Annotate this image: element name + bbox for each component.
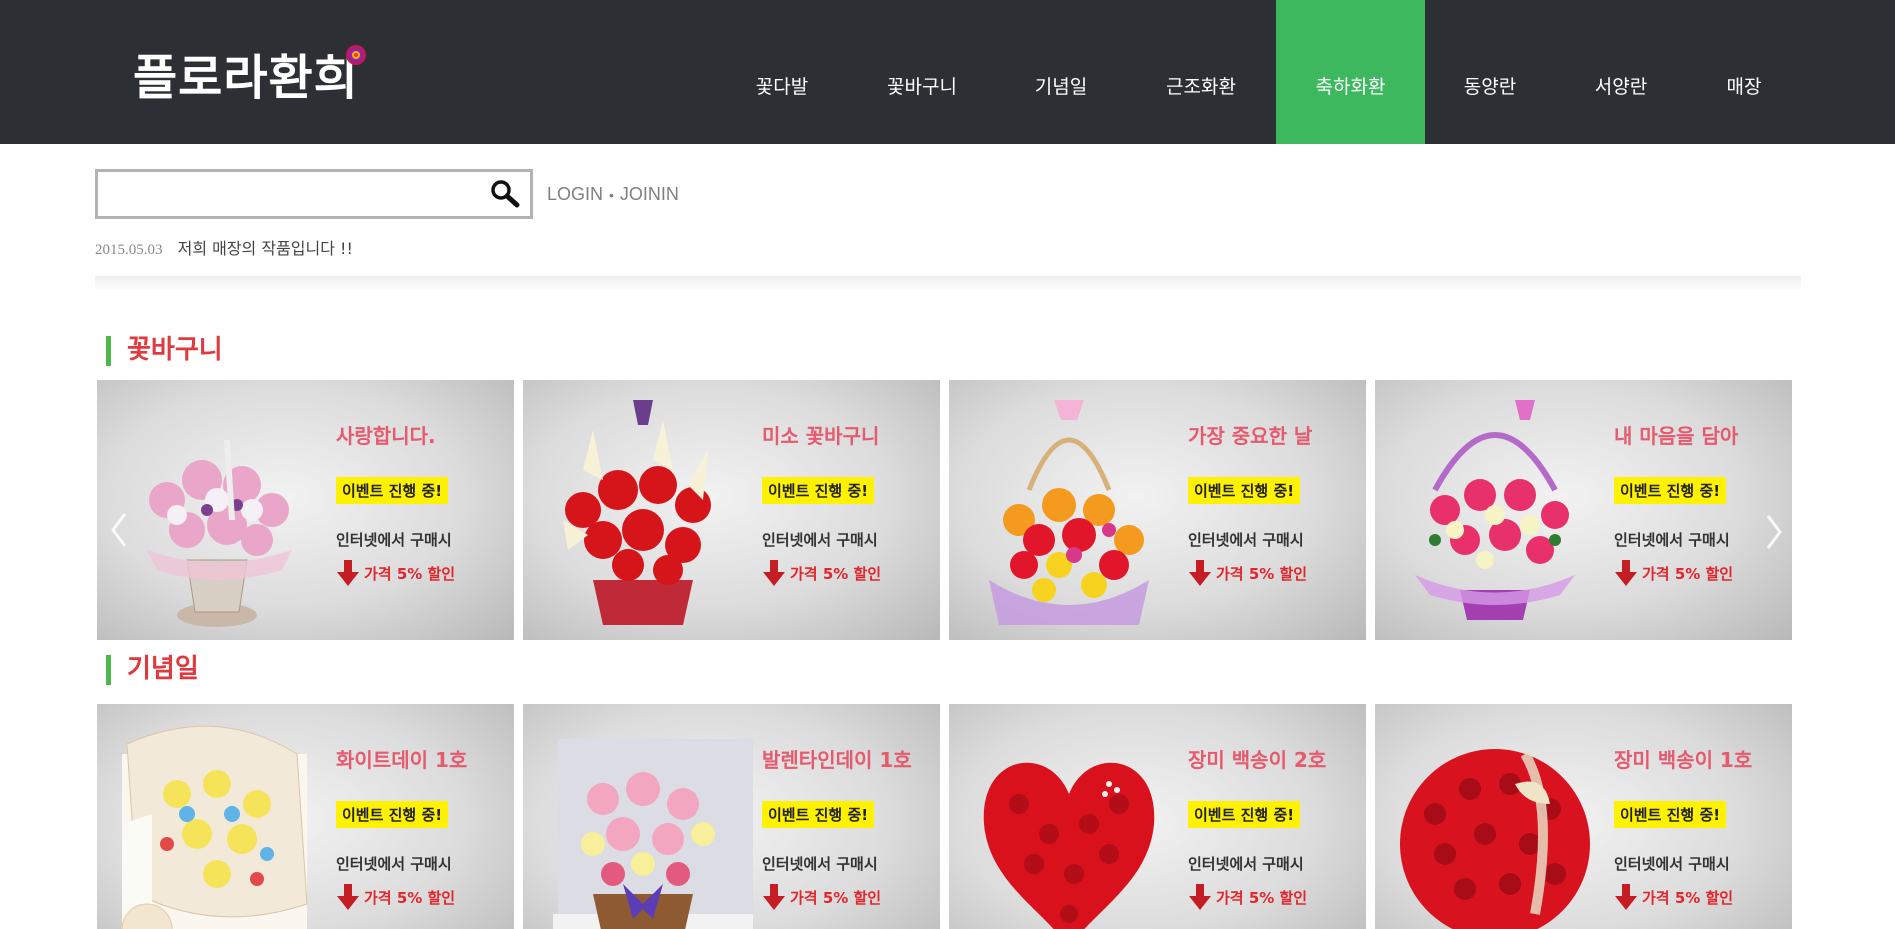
card-promo-text: 인터넷에서 구매시 — [1188, 531, 1304, 549]
card-discount: 가격 5% 할인 — [1614, 884, 1733, 910]
event-badge: 이벤트 진행 중! — [336, 801, 449, 828]
product-card[interactable]: 미소 꽃바구니 이벤트 진행 중! 인터넷에서 구매시 가격 5% 할인 — [523, 380, 940, 640]
event-badge: 이벤트 진행 중! — [762, 801, 875, 828]
discount-text: 가격 5% 할인 — [790, 888, 882, 907]
flower-basket-image — [989, 400, 1149, 625]
discount-text: 가격 5% 할인 — [1216, 564, 1308, 583]
nav-item-funeral-wreath[interactable]: 근조화환 — [1146, 0, 1256, 144]
flower-basket-image — [121, 725, 308, 929]
flower-logo-icon — [346, 45, 366, 65]
card-title: 내 마음을 담아 — [1614, 424, 1739, 448]
card-promo-text: 인터넷에서 구매시 — [1188, 855, 1304, 873]
flower-basket-image — [1415, 400, 1575, 620]
down-arrow-icon — [763, 560, 785, 586]
card-title: 가장 중요한 날 — [1188, 424, 1313, 448]
card-discount: 가격 5% 할인 — [1188, 560, 1307, 586]
event-badge: 이벤트 진행 중! — [1188, 801, 1301, 828]
card-title: 장미 백송이 1호 — [1614, 748, 1753, 772]
card-discount: 가격 5% 할인 — [1188, 884, 1307, 910]
flower-basket-image — [147, 439, 292, 627]
flower-basket-image — [1400, 749, 1590, 929]
down-arrow-icon — [337, 560, 359, 586]
chevron-left-icon[interactable] — [107, 510, 131, 550]
card-discount: 가격 5% 할인 — [762, 884, 881, 910]
nav-item-oriental-orchid[interactable]: 동양란 — [1448, 0, 1532, 144]
card-title: 사랑합니다. — [336, 424, 436, 448]
notice: 2015.05.03 저희 매장의 작품입니다 !! — [95, 235, 353, 259]
card-promo-text: 인터넷에서 구매시 — [336, 531, 452, 549]
down-arrow-icon — [1189, 884, 1211, 910]
product-card[interactable]: 화이트데이 1호 이벤트 진행 중! 인터넷에서 구매시 가격 5% 할인 — [97, 704, 514, 929]
flower-basket-image — [983, 762, 1155, 929]
search-input[interactable] — [104, 178, 464, 210]
flower-basket-image — [553, 739, 753, 929]
card-discount: 가격 5% 할인 — [336, 884, 455, 910]
discount-text: 가격 5% 할인 — [790, 564, 882, 583]
event-badge: 이벤트 진행 중! — [336, 477, 449, 504]
nav-item-basket[interactable]: 꽃바구니 — [870, 0, 974, 144]
discount-text: 가격 5% 할인 — [364, 888, 456, 907]
search-box — [95, 169, 533, 219]
card-title: 장미 백송이 2호 — [1188, 748, 1327, 772]
discount-text: 가격 5% 할인 — [364, 564, 456, 583]
logo-text: 플로라환희 — [133, 50, 359, 106]
card-promo-text: 인터넷에서 구매시 — [762, 531, 878, 549]
separator: • — [609, 187, 614, 203]
search-icon — [491, 180, 520, 208]
discount-text: 가격 5% 할인 — [1642, 888, 1734, 907]
divider — [95, 276, 1801, 292]
nav-item-congrats-wreath[interactable]: 축하화환 — [1276, 0, 1425, 144]
logo[interactable]: 플로라환희 — [133, 45, 366, 110]
card-title: 미소 꽃바구니 — [762, 424, 880, 448]
down-arrow-icon — [763, 884, 785, 910]
event-badge: 이벤트 진행 중! — [1188, 477, 1301, 504]
nav-item-anniversary[interactable]: 기념일 — [1018, 0, 1104, 144]
section-title-anniversary: 기념일 — [106, 655, 199, 685]
card-title: 발렌타인데이 1호 — [762, 748, 912, 772]
down-arrow-icon — [1615, 560, 1637, 586]
card-promo-text: 인터넷에서 구매시 — [1614, 855, 1730, 873]
down-arrow-icon — [337, 884, 359, 910]
discount-text: 가격 5% 할인 — [1642, 564, 1734, 583]
join-link[interactable]: JOININ — [620, 184, 679, 204]
login-link[interactable]: LOGIN — [547, 184, 603, 204]
product-card[interactable]: 내 마음을 담아 이벤트 진행 중! 인터넷에서 구매시 가격 5% 할인 — [1375, 380, 1792, 640]
event-badge: 이벤트 진행 중! — [1614, 477, 1727, 504]
card-promo-text: 인터넷에서 구매시 — [1614, 531, 1730, 549]
search-button[interactable] — [486, 176, 526, 212]
card-discount: 가격 5% 할인 — [1614, 560, 1733, 586]
notice-date: 2015.05.03 — [95, 242, 163, 258]
down-arrow-icon — [1189, 560, 1211, 586]
nav-item-store[interactable]: 매장 — [1700, 0, 1788, 144]
section-title-basket: 꽃바구니 — [106, 336, 223, 366]
product-card[interactable]: 장미 백송이 2호 이벤트 진행 중! 인터넷에서 구매시 가격 5% 할인 — [949, 704, 1366, 929]
down-arrow-icon — [1615, 884, 1637, 910]
product-card[interactable]: 가장 중요한 날 이벤트 진행 중! 인터넷에서 구매시 가격 5% 할인 — [949, 380, 1366, 640]
event-badge: 이벤트 진행 중! — [1614, 801, 1727, 828]
discount-text: 가격 5% 할인 — [1216, 888, 1308, 907]
product-card[interactable]: 사랑합니다. 이벤트 진행 중! 인터넷에서 구매시 가격 5% 할인 — [97, 380, 514, 640]
site-header: 플로라환희 꽃다발 꽃바구니 기념일 근조화환 축하화환 동양란 서양란 매장 — [0, 0, 1895, 144]
nav-item-bouquet[interactable]: 꽃다발 — [738, 0, 826, 144]
flower-basket-image — [563, 400, 711, 625]
notice-text[interactable]: 저희 매장의 작품입니다 !! — [178, 239, 353, 258]
card-discount: 가격 5% 할인 — [336, 560, 455, 586]
card-promo-text: 인터넷에서 구매시 — [762, 855, 878, 873]
event-badge: 이벤트 진행 중! — [762, 477, 875, 504]
product-card[interactable]: 장미 백송이 1호 이벤트 진행 중! 인터넷에서 구매시 가격 5% 할인 — [1375, 704, 1792, 929]
chevron-right-icon[interactable] — [1762, 512, 1786, 552]
account-links: LOGIN • JOININ — [547, 184, 679, 205]
card-promo-text: 인터넷에서 구매시 — [336, 855, 452, 873]
nav-item-western-orchid[interactable]: 서양란 — [1576, 0, 1666, 144]
card-discount: 가격 5% 할인 — [762, 560, 881, 586]
product-card[interactable]: 발렌타인데이 1호 이벤트 진행 중! 인터넷에서 구매시 가격 5% 할인 — [523, 704, 940, 929]
card-title: 화이트데이 1호 — [336, 748, 468, 772]
